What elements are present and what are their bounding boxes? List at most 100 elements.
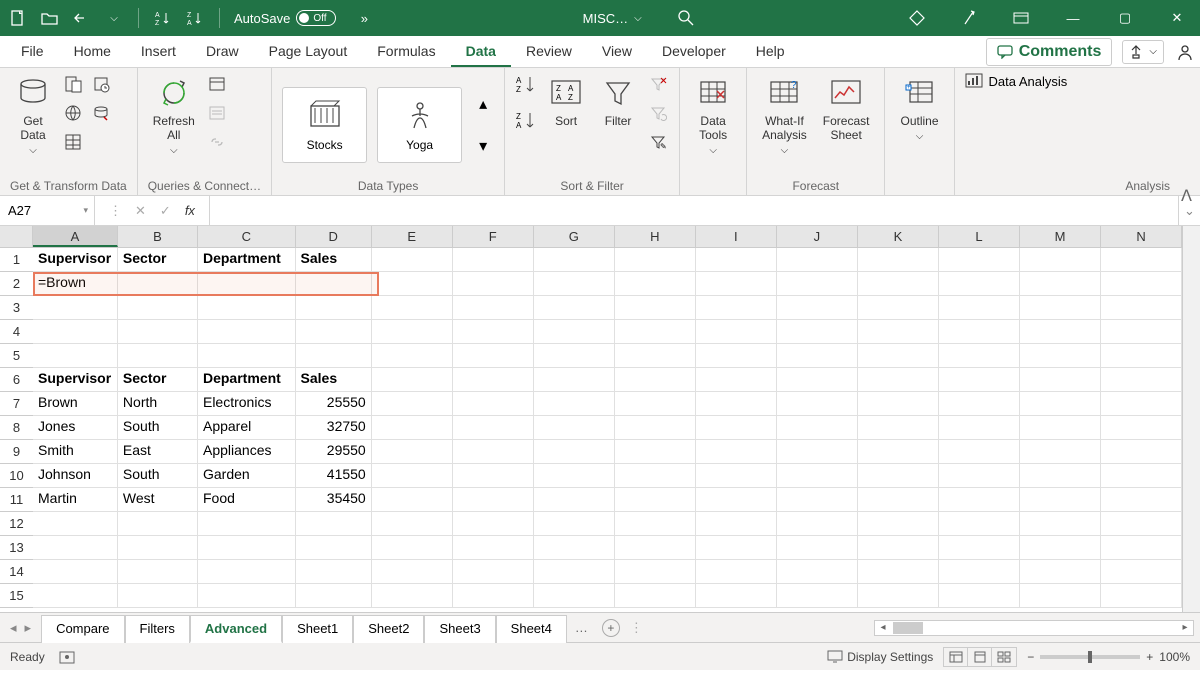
cell-M7[interactable] (1020, 392, 1101, 416)
cell-I4[interactable] (696, 320, 777, 344)
cell-N13[interactable] (1101, 536, 1182, 560)
cell-D3[interactable] (296, 296, 372, 320)
data-types-prev-icon[interactable]: ▴ (472, 93, 494, 115)
cell-B12[interactable] (118, 512, 198, 536)
sort-button[interactable]: ZAAZ Sort (543, 73, 589, 130)
cell-E3[interactable] (372, 296, 453, 320)
cell-C1[interactable]: Department (198, 248, 296, 272)
cell-E13[interactable] (372, 536, 453, 560)
what-if-button[interactable]: ? What-If Analysis (757, 73, 812, 158)
tab-review[interactable]: Review (511, 37, 587, 67)
select-all-corner[interactable] (0, 226, 33, 248)
row-header-10[interactable]: 10 (0, 464, 33, 488)
cell-E14[interactable] (372, 560, 453, 584)
cell-I13[interactable] (696, 536, 777, 560)
cell-G6[interactable] (534, 368, 615, 392)
clear-filter-icon[interactable] (647, 73, 669, 95)
row-header-13[interactable]: 13 (0, 536, 33, 560)
cell-D12[interactable] (296, 512, 372, 536)
sheet-nav-prev-icon[interactable]: ◂ (10, 620, 17, 636)
cell-N10[interactable] (1101, 464, 1182, 488)
normal-view-button[interactable] (944, 648, 968, 666)
cell-E11[interactable] (372, 488, 453, 512)
row-header-6[interactable]: 6 (0, 368, 33, 392)
row-header-7[interactable]: 7 (0, 392, 33, 416)
vertical-scrollbar[interactable] (1182, 226, 1200, 612)
cell-N1[interactable] (1101, 248, 1182, 272)
cell-A13[interactable] (33, 536, 118, 560)
cell-M2[interactable] (1020, 272, 1101, 296)
cell-G11[interactable] (534, 488, 615, 512)
cell-H11[interactable] (615, 488, 696, 512)
maximize-button[interactable]: ▢ (1110, 3, 1140, 33)
cell-L8[interactable] (939, 416, 1020, 440)
cell-G10[interactable] (534, 464, 615, 488)
forecast-sheet-button[interactable]: Forecast Sheet (818, 73, 875, 144)
cell-N14[interactable] (1101, 560, 1182, 584)
cell-G1[interactable] (534, 248, 615, 272)
row-header-2[interactable]: 2 (0, 272, 33, 296)
sheet-tabs-more[interactable]: … (567, 620, 596, 635)
cell-B8[interactable]: South (118, 416, 198, 440)
cell-H13[interactable] (615, 536, 696, 560)
col-header-N[interactable]: N (1101, 226, 1182, 247)
sheet-tab-splitter[interactable]: ⋮ (630, 620, 643, 636)
cell-D7[interactable]: 25550 (296, 392, 372, 416)
cell-I9[interactable] (696, 440, 777, 464)
cell-G4[interactable] (534, 320, 615, 344)
enter-formula-icon[interactable]: ✓ (160, 203, 171, 219)
minimize-button[interactable]: — (1058, 3, 1088, 33)
cell-M14[interactable] (1020, 560, 1101, 584)
from-web-icon[interactable] (62, 102, 84, 124)
cell-D14[interactable] (296, 560, 372, 584)
cancel-formula-icon[interactable]: ✕ (135, 203, 146, 219)
cell-K10[interactable] (858, 464, 939, 488)
cell-I12[interactable] (696, 512, 777, 536)
cell-D2[interactable] (296, 272, 372, 296)
cell-F13[interactable] (453, 536, 534, 560)
cell-H4[interactable] (615, 320, 696, 344)
cell-H6[interactable] (615, 368, 696, 392)
cell-G15[interactable] (534, 584, 615, 608)
name-box[interactable]: A27 (0, 196, 95, 225)
cell-B9[interactable]: East (118, 440, 198, 464)
cell-F1[interactable] (453, 248, 534, 272)
cell-J2[interactable] (777, 272, 858, 296)
cell-C3[interactable] (198, 296, 296, 320)
three-dots-icon[interactable]: ⋮ (109, 203, 121, 219)
cell-I2[interactable] (696, 272, 777, 296)
cell-K4[interactable] (858, 320, 939, 344)
cell-K8[interactable] (858, 416, 939, 440)
cell-A10[interactable]: Johnson (33, 464, 118, 488)
cell-C7[interactable]: Electronics (198, 392, 296, 416)
cell-K6[interactable] (858, 368, 939, 392)
cell-J7[interactable] (777, 392, 858, 416)
sheet-tab-sheet4[interactable]: Sheet4 (496, 615, 567, 643)
cell-J8[interactable] (777, 416, 858, 440)
cell-N8[interactable] (1101, 416, 1182, 440)
cell-N3[interactable] (1101, 296, 1182, 320)
sheet-tab-sheet1[interactable]: Sheet1 (282, 615, 353, 643)
cell-L7[interactable] (939, 392, 1020, 416)
tab-view[interactable]: View (587, 37, 647, 67)
cell-H10[interactable] (615, 464, 696, 488)
cell-C13[interactable] (198, 536, 296, 560)
cell-F5[interactable] (453, 344, 534, 368)
formula-input[interactable] (210, 196, 1178, 225)
premium-icon[interactable] (902, 3, 932, 33)
cell-M8[interactable] (1020, 416, 1101, 440)
col-header-E[interactable]: E (372, 226, 453, 247)
col-header-H[interactable]: H (615, 226, 696, 247)
cell-F9[interactable] (453, 440, 534, 464)
data-types-next-icon[interactable]: ▾ (472, 135, 494, 157)
close-button[interactable]: ✕ (1162, 3, 1192, 33)
page-break-view-button[interactable] (992, 648, 1016, 666)
cell-M15[interactable] (1020, 584, 1101, 608)
cell-F4[interactable] (453, 320, 534, 344)
col-header-C[interactable]: C (198, 226, 296, 247)
cell-M3[interactable] (1020, 296, 1101, 320)
cell-N9[interactable] (1101, 440, 1182, 464)
row-header-3[interactable]: 3 (0, 296, 33, 320)
cell-I15[interactable] (696, 584, 777, 608)
cell-K15[interactable] (858, 584, 939, 608)
